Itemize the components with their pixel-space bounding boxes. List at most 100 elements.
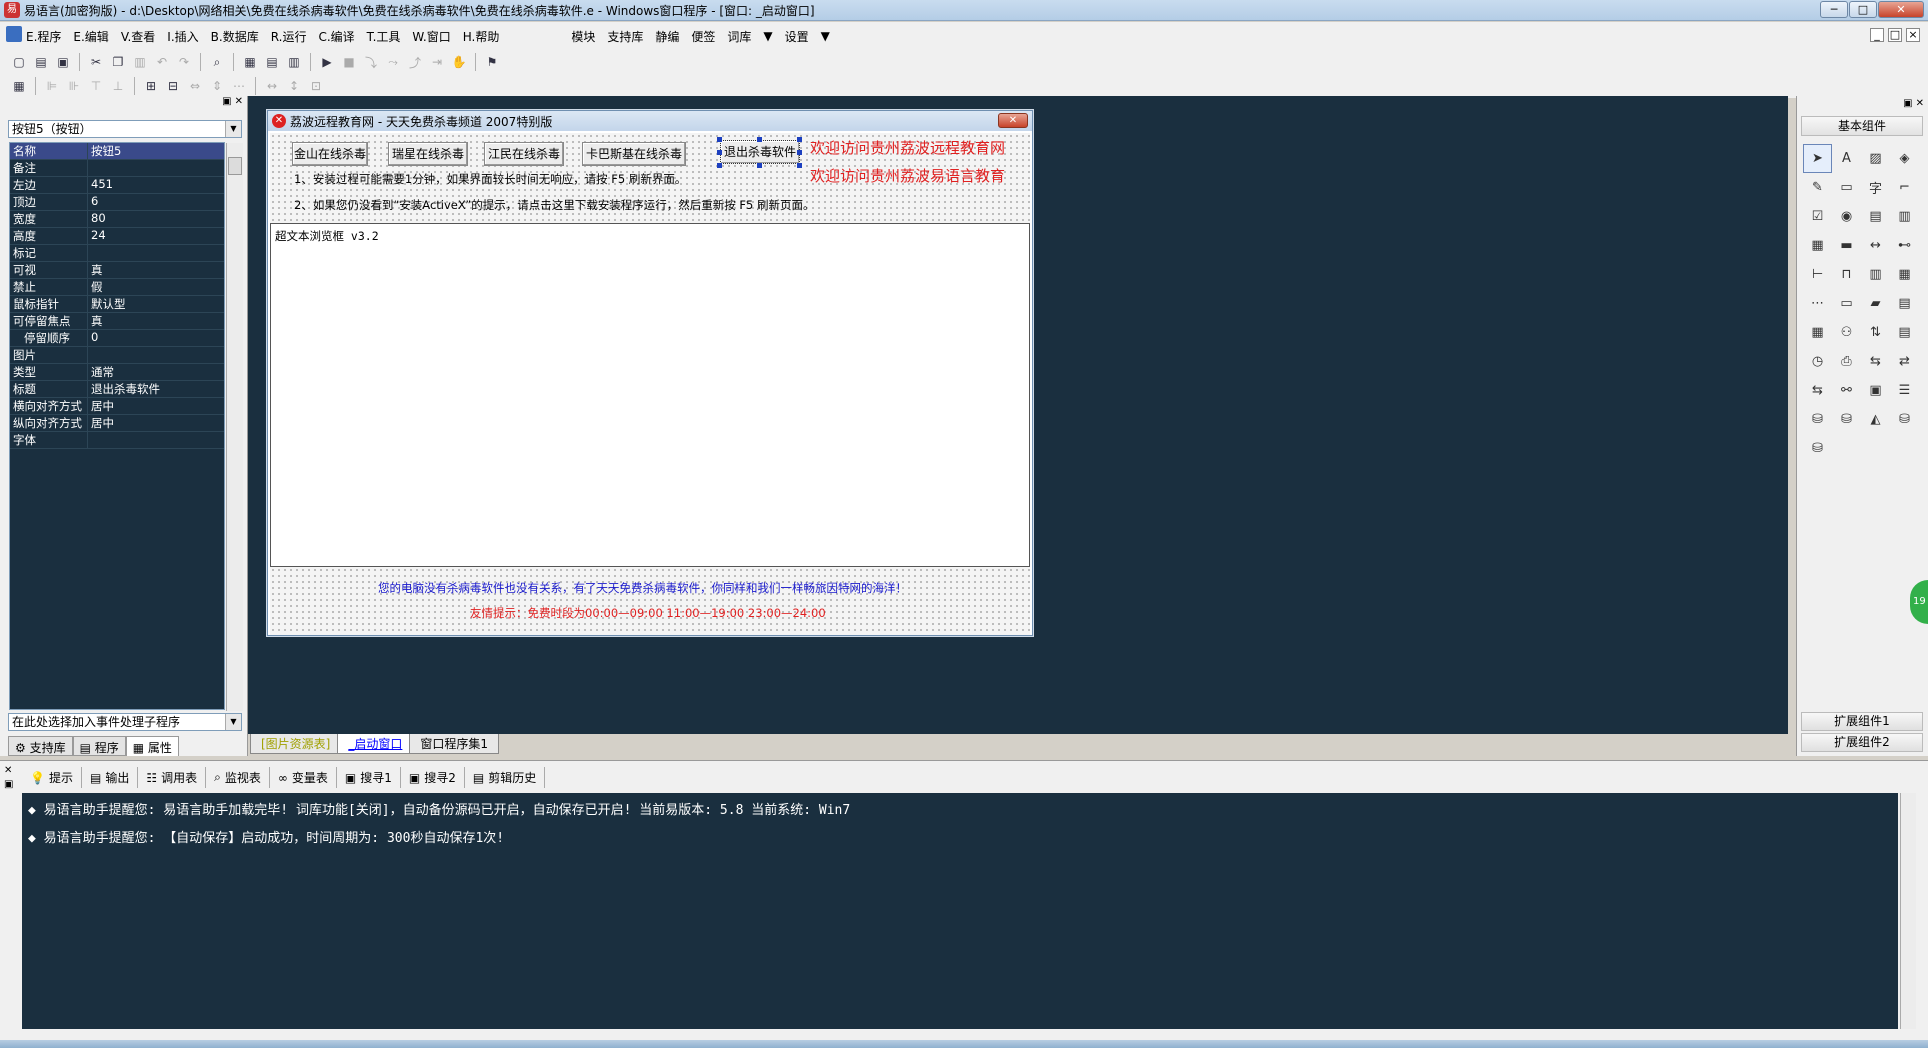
panel-close-icon[interactable]: ✕ (235, 96, 243, 112)
space-horizontal-icon[interactable]: ↔ (263, 77, 281, 95)
chart-icon[interactable]: ▦ (1803, 318, 1832, 347)
property-row[interactable]: 标记 (10, 245, 224, 262)
text-icon[interactable]: 字 (1861, 173, 1890, 202)
same-height-icon[interactable]: ⇕ (208, 77, 226, 95)
tab-watch[interactable]: ⌕ 监视表 (206, 767, 270, 788)
grid-icon[interactable]: ▦ (10, 77, 28, 95)
button-exit[interactable]: 退出杀毒软件 (720, 140, 800, 164)
menu-module[interactable]: 模块 (565, 28, 601, 45)
menu-window[interactable]: W.窗口 (406, 28, 456, 45)
property-value[interactable]: 居中 (88, 398, 224, 414)
folder-icon[interactable]: ▰ (1861, 289, 1890, 318)
table-icon[interactable]: ▦ (1803, 231, 1832, 260)
tab-hint[interactable]: 💡 提示 (22, 767, 82, 788)
property-row[interactable]: 停留顺序 0 (10, 330, 224, 347)
groupbox-icon[interactable]: ▭ (1832, 173, 1861, 202)
database-icon[interactable]: ⛁ (1803, 405, 1832, 434)
property-value[interactable]: 0 (88, 330, 224, 346)
property-value[interactable]: 居中 (88, 415, 224, 431)
shape-icon[interactable]: ◈ (1890, 144, 1919, 173)
port-icon[interactable]: ⇆ (1803, 376, 1832, 405)
cut-icon[interactable]: ✂ (87, 53, 105, 71)
align-bottom-icon[interactable]: ⊥ (109, 77, 127, 95)
property-row[interactable]: 左边 451 (10, 177, 224, 194)
slider-icon[interactable]: ⊷ (1890, 231, 1919, 260)
output-scrollbar[interactable] (1900, 793, 1916, 1029)
property-value[interactable]: 真 (88, 262, 224, 278)
timer-icon[interactable]: ⊢ (1803, 260, 1832, 289)
db-provider-icon[interactable]: ⛁ (1832, 405, 1861, 434)
tab-image-resources[interactable]: [图片资源表] (250, 734, 342, 754)
maximize-button[interactable]: □ (1849, 1, 1877, 18)
panel-pin-icon[interactable]: ▣ (4, 779, 13, 790)
center-horizontal-icon[interactable]: ⊞ (142, 77, 160, 95)
property-row[interactable]: 可视真 (10, 262, 224, 279)
property-row[interactable]: 可停留焦点真 (10, 313, 224, 330)
property-value[interactable] (88, 160, 224, 176)
property-scrollbar[interactable] (226, 143, 243, 711)
object-selector[interactable]: 按钮5（按钮） ▼ (8, 120, 242, 138)
spin-icon[interactable]: ⇅ (1861, 318, 1890, 347)
run-icon[interactable]: ▶ (318, 53, 336, 71)
menu-support-lib[interactable]: 支持库 (601, 28, 649, 45)
radio-icon[interactable]: ◉ (1832, 202, 1861, 231)
property-value[interactable]: 默认型 (88, 296, 224, 312)
property-value[interactable] (88, 432, 224, 448)
toolbar-icon[interactable]: ☰ (1890, 376, 1919, 405)
open-folder-icon[interactable]: ▤ (32, 53, 50, 71)
same-size-icon[interactable]: ⊡ (307, 77, 325, 95)
grid-icon[interactable]: ⋯ (1803, 289, 1832, 318)
resize-handle[interactable] (757, 137, 762, 142)
property-row[interactable]: 禁止假 (10, 279, 224, 296)
output-text-area[interactable]: ◆ 易语言助手提醒您: 易语言助手加载完毕! 词库功能[关闭]，自动备份源码已开… (22, 793, 1916, 1029)
assistant-icon[interactable]: ⚑ (483, 53, 501, 71)
resize-handle[interactable] (717, 150, 722, 155)
chevron-down-icon[interactable]: ▼ (225, 121, 241, 137)
status-bar-icon[interactable]: ▤ (1890, 318, 1919, 347)
layout-left-icon[interactable]: ▦ (241, 53, 259, 71)
checkbox-icon[interactable]: ☑ (1803, 202, 1832, 231)
event-selector[interactable]: 在此处选择加入事件处理子程序 ▼ (8, 713, 242, 731)
property-row[interactable]: 图片 (10, 347, 224, 364)
same-width-icon[interactable]: ⇔ (186, 77, 204, 95)
property-value[interactable]: 24 (88, 228, 224, 244)
property-row[interactable]: 顶边 6 (10, 194, 224, 211)
save-icon[interactable]: ▣ (54, 53, 72, 71)
hypertext-browser[interactable]: 超文本浏览框 v3.2 (270, 223, 1030, 567)
listbox-icon[interactable]: ▤ (1861, 202, 1890, 231)
edit-box-icon[interactable]: ▭ (1832, 289, 1861, 318)
menu-insert[interactable]: I.插入 (161, 28, 204, 45)
paste-icon[interactable]: ▥ (131, 53, 149, 71)
extended-components-2[interactable]: 扩展组件2 (1801, 733, 1923, 752)
property-value[interactable]: 真 (88, 313, 224, 329)
panel-close-icon[interactable]: ✕ (1916, 98, 1924, 112)
property-row[interactable]: 横向对齐方式 居中 (10, 398, 224, 415)
run-to-cursor-icon[interactable]: ⇥ (428, 53, 446, 71)
server-icon[interactable]: ⇆ (1861, 347, 1890, 376)
tab-startup-window[interactable]: _启动窗口 (337, 734, 414, 754)
tab-support-lib[interactable]: ⚙ 支持库 (8, 736, 73, 756)
label-icon[interactable]: A (1832, 144, 1861, 173)
undo-icon[interactable]: ↶ (153, 53, 171, 71)
property-value[interactable]: 6 (88, 194, 224, 210)
link-icon[interactable]: ⚯ (1832, 376, 1861, 405)
scrollbar-h-icon[interactable]: ↔ (1861, 231, 1890, 260)
property-row[interactable]: 宽度 80 (10, 211, 224, 228)
menu-help[interactable]: H.帮助 (457, 28, 506, 45)
breakpoint-icon[interactable]: ✋ (450, 53, 468, 71)
form-close-button[interactable]: ✕ (998, 113, 1028, 128)
stop-icon[interactable]: ■ (340, 53, 358, 71)
clock-icon[interactable]: ◷ (1803, 347, 1832, 376)
menu-run[interactable]: R.运行 (265, 28, 313, 45)
property-row[interactable]: 纵向对齐方式 居中 (10, 415, 224, 432)
property-row[interactable]: 高度 24 (10, 228, 224, 245)
assistant-badge[interactable]: 19 (1910, 580, 1928, 624)
tab-program[interactable]: ▤ 程序 (72, 736, 126, 756)
pointer-icon[interactable]: ➤ (1803, 144, 1832, 173)
graph-icon[interactable]: ◭ (1861, 405, 1890, 434)
printer-icon[interactable]: ⎙ (1832, 347, 1861, 376)
line-icon[interactable]: ⌐ (1890, 173, 1919, 202)
month-calendar-icon[interactable]: ▦ (1890, 260, 1919, 289)
step-out-icon[interactable]: ⤴ (406, 53, 424, 71)
mdi-close-button[interactable]: × (1906, 28, 1920, 42)
